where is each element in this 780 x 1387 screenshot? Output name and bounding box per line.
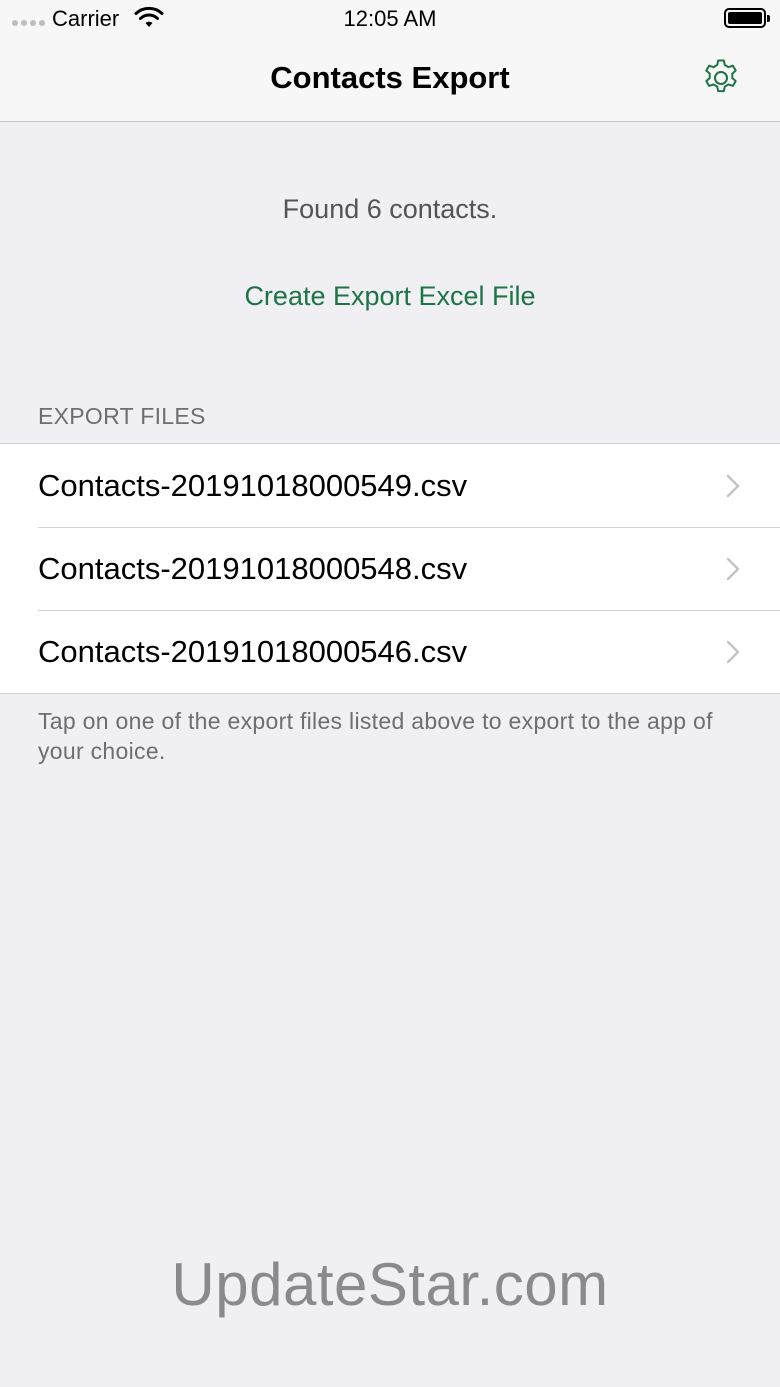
list-item[interactable]: Contacts-20191018000549.csv: [0, 444, 780, 527]
chevron-right-icon: [726, 474, 740, 498]
navigation-bar: Contacts Export: [0, 40, 780, 122]
chevron-right-icon: [726, 640, 740, 664]
chevron-right-icon: [726, 557, 740, 581]
export-files-list: Contacts-20191018000549.csv Contacts-201…: [0, 443, 780, 694]
gear-icon[interactable]: [699, 56, 743, 100]
file-name: Contacts-20191018000549.csv: [38, 467, 468, 503]
file-name: Contacts-20191018000548.csv: [38, 550, 468, 586]
list-item[interactable]: Contacts-20191018000548.csv: [0, 527, 780, 610]
file-name: Contacts-20191018000546.csv: [38, 633, 468, 669]
page-title: Contacts Export: [270, 60, 510, 95]
list-item[interactable]: Contacts-20191018000546.csv: [0, 610, 780, 693]
section-footer-hint: Tap on one of the export files listed ab…: [38, 708, 713, 764]
watermark: UpdateStar.com: [171, 1251, 609, 1318]
battery-icon: [724, 8, 770, 28]
contacts-count-text: Found 6 contacts.: [282, 194, 498, 224]
section-header-export-files: EXPORT FILES: [38, 403, 206, 429]
create-export-button[interactable]: Create Export Excel File: [0, 281, 780, 312]
status-time: 12:05 AM: [343, 6, 437, 31]
status-bar: Carrier 12:05 AM: [0, 0, 780, 40]
